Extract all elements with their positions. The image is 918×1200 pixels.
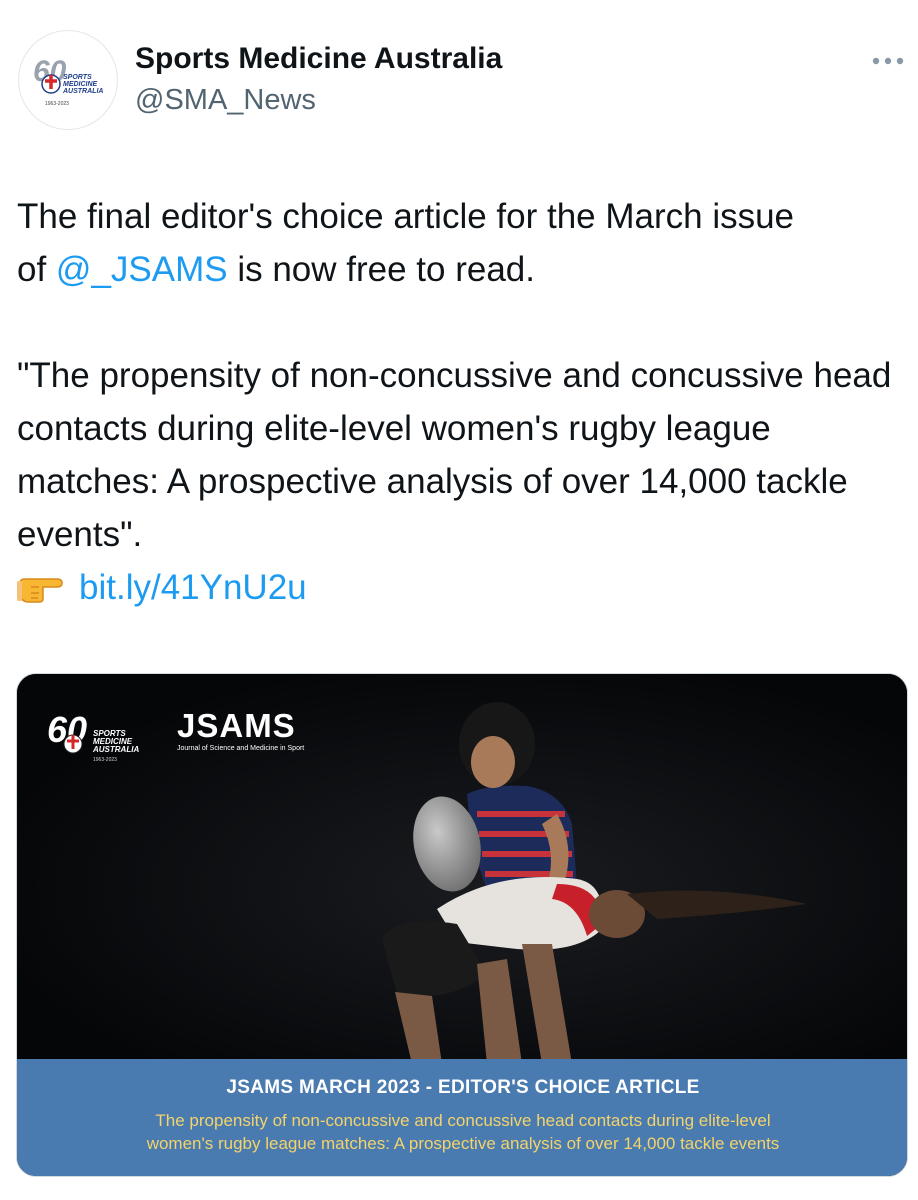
media-logo-line-3: AUSTRALIA — [92, 745, 139, 754]
avatar[interactable]: 60 SPORTS MEDICINE AUSTRALIA 1963-2023 — [18, 30, 118, 130]
media-card[interactable]: 60 SPORTS MEDICINE AUSTRALIA 1963-2023 J… — [16, 673, 908, 1177]
tweet-quote: "The propensity of non-concussive and co… — [17, 356, 892, 554]
avatar-logo-line-3: AUSTRALIA — [62, 88, 103, 95]
tweet-line-2-pre: of — [17, 250, 56, 289]
tweet-link-line: bit.ly/41YnU2u — [17, 561, 907, 614]
jsams-title: JSAMS — [177, 707, 296, 744]
more-horizontal-icon[interactable] — [866, 48, 910, 74]
jsams-logo: JSAMS Journal of Science and Medicine in… — [177, 708, 367, 754]
banner-description-line-2: women's rugby league matches: A prospect… — [146, 1134, 780, 1153]
avatar-logo-line-2: MEDICINE — [63, 81, 98, 88]
media-logo-years: 1963-2023 — [93, 757, 117, 763]
banner-description-line-1: The propensity of non-concussive and con… — [155, 1111, 771, 1130]
backhand-index-pointing-right-icon — [17, 567, 65, 603]
mention-link[interactable]: @_JSAMS — [56, 250, 228, 289]
banner-title: JSAMS MARCH 2023 - EDITOR'S CHOICE ARTIC… — [226, 1077, 700, 1098]
tweet-line-2: of @_JSAMS is now free to read. — [17, 243, 907, 296]
jsams-subtitle: Journal of Science and Medicine in Sport — [177, 745, 305, 752]
avatar-logo-line-1: SPORTS — [63, 74, 92, 81]
tweet-line-1: The final editor's choice article for th… — [17, 197, 795, 236]
author-display-name[interactable]: Sports Medicine Australia — [135, 42, 502, 76]
sma-60-logo-media: 60 SPORTS MEDICINE AUSTRALIA 1963-2023 — [47, 709, 139, 763]
tweet-line-2-post: is now free to read. — [227, 250, 535, 289]
avatar-logo-years: 1963-2023 — [45, 101, 69, 107]
banner-description: The propensity of non-concussive and con… — [37, 1109, 889, 1155]
tweet-text: The final editor's choice article for th… — [17, 190, 907, 614]
author-handle[interactable]: @SMA_News — [135, 84, 316, 117]
sma-logo: 60 SPORTS MEDICINE AUSTRALIA 1963-2023 — [33, 55, 103, 107]
tweet-url-link[interactable]: bit.ly/41YnU2u — [79, 568, 307, 607]
tweet[interactable]: 60 SPORTS MEDICINE AUSTRALIA 1963-2023 S… — [0, 0, 918, 1200]
editors-choice-banner: JSAMS MARCH 2023 - EDITOR'S CHOICE ARTIC… — [17, 1059, 907, 1176]
